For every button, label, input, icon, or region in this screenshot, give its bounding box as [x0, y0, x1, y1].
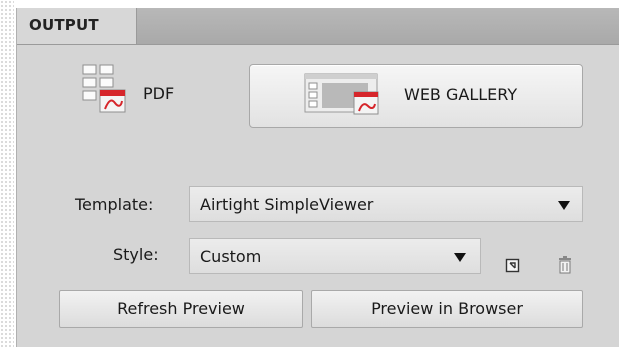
chevron-down-icon	[558, 201, 570, 210]
refresh-preview-button[interactable]: Refresh Preview	[59, 290, 303, 328]
pdf-layout-icon	[82, 64, 126, 113]
tab-output-label: OUTPUT	[29, 16, 99, 34]
style-select[interactable]: Custom	[189, 238, 481, 274]
style-select-value: Custom	[200, 247, 262, 266]
preview-in-browser-button[interactable]: Preview in Browser	[311, 290, 583, 328]
panel-content: PDF WEB GALLERY Template: Airtight Simpl…	[17, 45, 619, 347]
save-style-icon[interactable]	[505, 258, 521, 274]
panel-tab-bar: OUTPUT	[17, 8, 619, 45]
trash-icon[interactable]	[558, 256, 572, 274]
tab-output[interactable]: OUTPUT	[17, 8, 137, 44]
dotted-edge	[0, 0, 14, 347]
style-label: Style:	[113, 245, 159, 264]
template-select[interactable]: Airtight SimpleViewer	[189, 186, 583, 222]
web-gallery-format-option[interactable]: WEB GALLERY	[249, 64, 583, 128]
pdf-format-option[interactable]: PDF	[79, 59, 239, 119]
template-select-value: Airtight SimpleViewer	[200, 195, 374, 214]
pdf-format-label: PDF	[143, 84, 175, 103]
web-gallery-format-label: WEB GALLERY	[404, 85, 518, 104]
template-label: Template:	[75, 195, 154, 214]
chevron-down-icon	[454, 253, 466, 262]
output-panel: OUTPUT PDF WEB GALLERY Template: Airtigh…	[16, 8, 619, 347]
web-gallery-icon	[304, 73, 379, 115]
